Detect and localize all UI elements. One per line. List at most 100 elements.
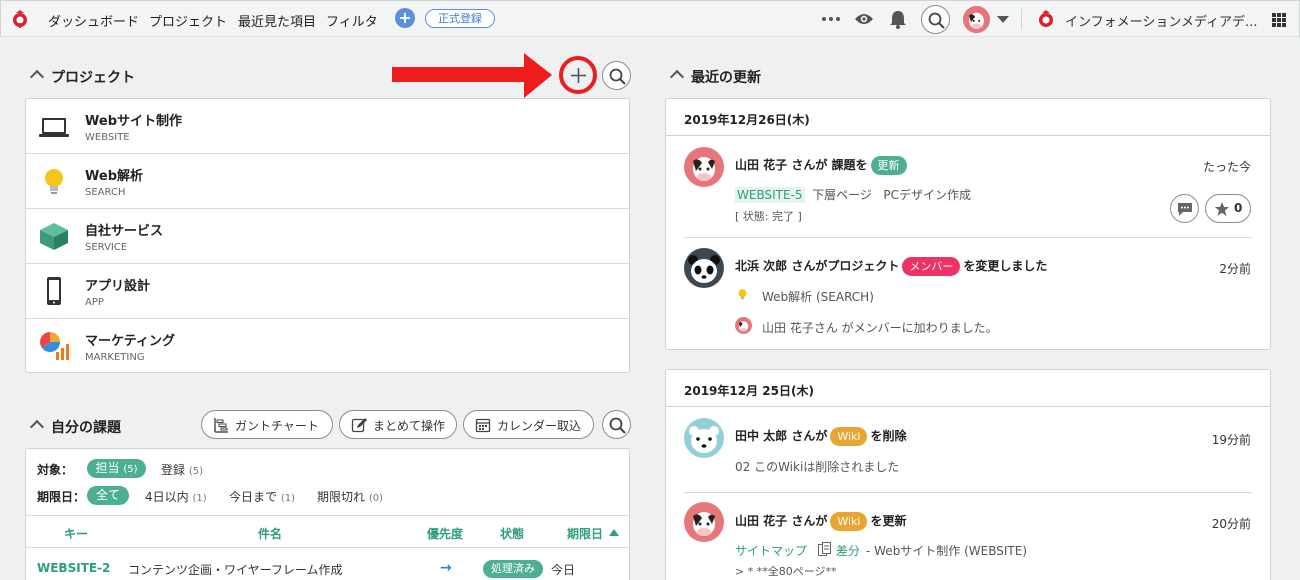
update-time: たった今 xyxy=(1202,160,1251,174)
chevron-down-icon[interactable] xyxy=(997,16,1009,23)
divider xyxy=(684,492,1252,493)
polar-bear-avatar-icon xyxy=(689,426,719,453)
update-badge: メンバー xyxy=(902,257,961,276)
register-button[interactable]: 正式登録 xyxy=(425,9,495,28)
star-button[interactable]: 0 xyxy=(1205,194,1251,223)
wiki-page-link[interactable]: サイトマップ xyxy=(735,542,807,559)
update-issue-line: WEBSITE-5 下層ページ PCデザイン作成 xyxy=(735,187,971,203)
nav-dashboard[interactable]: ダッシュボード xyxy=(48,11,139,30)
filter-overdue[interactable]: 期限切れ (0) xyxy=(317,488,383,505)
issue-subject[interactable]: コンテンツ企画・ワイヤーフレーム作成 xyxy=(128,561,343,578)
project-link[interactable]: - Webサイト制作 (WEBSITE) xyxy=(866,542,1027,559)
update-badge: Wiki xyxy=(830,427,868,446)
search-icon xyxy=(609,417,626,434)
button-label: まとめて操作 xyxy=(373,419,446,433)
divider xyxy=(26,515,629,516)
divider xyxy=(1021,9,1022,30)
laptop-icon xyxy=(39,118,69,137)
filter-due-all[interactable]: 全て xyxy=(87,486,129,505)
project-item[interactable]: Web解析 SEARCH xyxy=(26,154,629,209)
avatar[interactable] xyxy=(684,248,724,288)
bulk-edit-button[interactable]: まとめて操作 xyxy=(339,410,457,439)
chart-icon xyxy=(40,332,69,360)
avatar[interactable] xyxy=(684,147,724,187)
project-name[interactable]: マーケティング xyxy=(85,330,175,349)
backlog-logo-icon[interactable] xyxy=(10,9,30,29)
filter-due-today[interactable]: 今日まで (1) xyxy=(229,488,295,505)
filter-assigned[interactable]: 担当 (5) xyxy=(87,459,146,478)
star-count: 0 xyxy=(1234,201,1243,215)
column-priority[interactable]: 優先度 xyxy=(427,525,463,542)
update-summary: 田中 太郎 さんが Wiki を削除 xyxy=(735,427,907,446)
project-list: Webサイト制作 WEBSITE Web解析 SEARCH 自社サービス SER… xyxy=(25,98,630,373)
divider xyxy=(684,237,1252,238)
search-icon xyxy=(609,68,626,85)
issue-search-button[interactable] xyxy=(602,410,631,439)
collapse-issues-icon[interactable] xyxy=(29,419,45,435)
nav-projects[interactable]: プロジェクト xyxy=(149,11,227,30)
updates-title: 最近の更新 xyxy=(691,70,761,86)
eye-icon[interactable] xyxy=(854,12,874,26)
project-item[interactable]: Webサイト制作 WEBSITE xyxy=(26,99,629,154)
avatar[interactable] xyxy=(684,418,724,458)
global-search-button[interactable] xyxy=(921,5,950,34)
panda-avatar-icon xyxy=(688,255,720,283)
column-status[interactable]: 状態 xyxy=(500,525,524,542)
box-icon xyxy=(40,223,68,250)
project-item[interactable]: 自社サービス SERVICE xyxy=(26,209,629,264)
issues-title: 自分の課題 xyxy=(51,420,121,436)
calendar-import-button[interactable]: カレンダー取込 xyxy=(463,410,594,439)
avatar[interactable] xyxy=(684,502,724,542)
nav-filter[interactable]: フィルタ xyxy=(326,11,378,30)
issue-due: 今日 xyxy=(551,563,576,577)
issue-key[interactable]: WEBSITE-2 xyxy=(37,561,110,575)
project-name[interactable]: アプリ設計 xyxy=(85,275,150,294)
smartphone-icon xyxy=(47,277,61,305)
divider xyxy=(26,547,629,548)
apps-grid-icon[interactable] xyxy=(1272,13,1287,28)
project-link[interactable]: Web解析 (SEARCH) xyxy=(762,288,874,305)
gantt-icon xyxy=(214,418,228,433)
update-summary: 北浜 次郎 さんがプロジェクト メンバー を変更しました xyxy=(735,257,1047,276)
target-filter-label: 対象： xyxy=(37,463,74,477)
avatar xyxy=(735,317,752,334)
collapse-updates-icon[interactable] xyxy=(669,69,685,85)
comment-icon xyxy=(1178,203,1192,216)
project-key: WEBSITE xyxy=(85,132,130,143)
column-key[interactable]: キー xyxy=(64,525,88,542)
column-due[interactable]: 期限日 xyxy=(567,525,603,542)
comment-button[interactable] xyxy=(1170,194,1199,223)
bell-icon[interactable] xyxy=(889,10,907,29)
project-name[interactable]: 自社サービス xyxy=(85,220,163,239)
user-avatar[interactable] xyxy=(963,6,990,33)
project-search-button[interactable] xyxy=(602,61,631,90)
sort-asc-icon[interactable] xyxy=(609,529,619,536)
nav-recent[interactable]: 最近見た項目 xyxy=(238,11,316,30)
priority-arrow-icon: → xyxy=(440,560,452,576)
project-key: SEARCH xyxy=(85,187,126,198)
project-name[interactable]: Webサイト制作 xyxy=(85,110,182,129)
project-key: APP xyxy=(85,297,104,308)
cow-avatar-icon xyxy=(738,321,749,332)
diff-link[interactable]: 差分 xyxy=(836,542,860,559)
project-item[interactable]: アプリ設計 APP xyxy=(26,264,629,319)
cow-avatar-icon xyxy=(963,6,990,33)
project-name[interactable]: Web解析 xyxy=(85,165,143,184)
update-time: 19分前 xyxy=(1211,433,1251,447)
more-icon[interactable] xyxy=(821,16,841,22)
add-icon[interactable]: + xyxy=(395,8,415,28)
project-item[interactable]: マーケティング MARKETING xyxy=(26,319,629,374)
date-header: 2019年12月 25日(木) xyxy=(666,370,1270,407)
collapse-projects-icon[interactable] xyxy=(29,69,45,85)
filter-created[interactable]: 登録 (5) xyxy=(161,461,203,478)
cow-avatar-icon xyxy=(693,512,715,536)
button-label: ガントチャート xyxy=(235,419,319,433)
status-badge: 処理済み xyxy=(483,560,543,578)
issues-panel: 対象： 担当 (5) 登録 (5) 期限日： 全て 4日以内 (1) 今日まで … xyxy=(25,448,630,580)
space-name[interactable]: インフォメーションメディアデ... xyxy=(1065,11,1261,30)
space-logo-icon xyxy=(1039,10,1053,27)
add-project-button[interactable] xyxy=(564,61,593,90)
column-subject[interactable]: 件名 xyxy=(258,525,282,542)
filter-due-4days[interactable]: 4日以内 (1) xyxy=(145,488,207,505)
gantt-chart-button[interactable]: ガントチャート xyxy=(201,410,333,439)
